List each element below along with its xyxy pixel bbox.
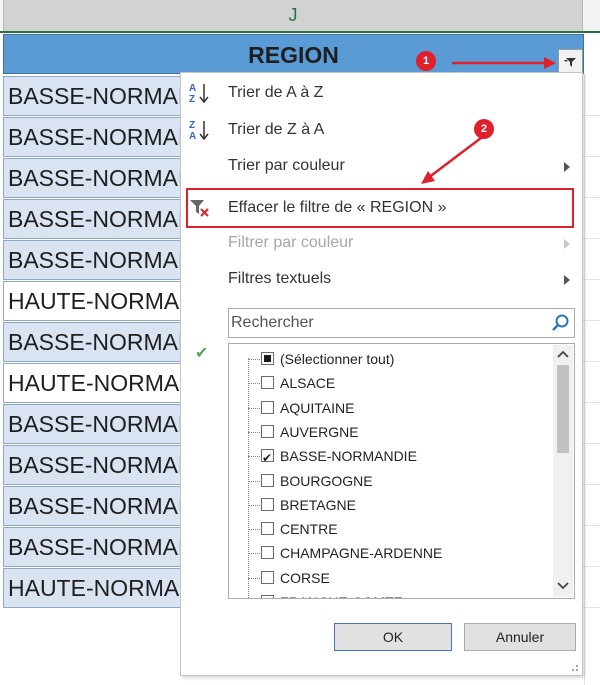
checkbox[interactable] [261, 595, 274, 598]
sort-za-label: Trier de Z à A [228, 121, 325, 138]
search-icon [552, 314, 569, 331]
tree-line [248, 529, 260, 531]
checkbox[interactable] [261, 570, 274, 584]
region-header-label: REGION [248, 42, 339, 68]
grid-line [584, 74, 585, 685]
region-cell[interactable]: HAUTE-NORMANDIE [3, 281, 181, 321]
resize-grip-icon[interactable] [569, 662, 579, 672]
checklist-item-label: AUVERGNE [280, 423, 359, 440]
region-cell[interactable]: BASSE-NORMANDIE [3, 76, 181, 116]
tree-line [248, 358, 249, 598]
region-cell[interactable]: BASSE-NORMANDIE [3, 117, 181, 157]
checkbox[interactable] [261, 546, 274, 560]
svg-text:Z: Z [189, 120, 195, 131]
search-input[interactable]: Rechercher [228, 308, 575, 338]
autofilter-menu: A Z Trier de A à Z Z A Trier de Z à A Tr… [180, 72, 583, 676]
checklist-item-label: ALSACE [280, 375, 336, 392]
region-cell[interactable]: BASSE-NORMANDIE [3, 486, 181, 526]
annotation-badge-1: 1 [416, 51, 436, 71]
checkbox[interactable] [261, 497, 274, 511]
region-cell[interactable]: HAUTE-NORMANDIE [3, 363, 181, 403]
filter-by-color-label: Filtrer par couleur [228, 234, 354, 251]
svg-text:Z: Z [189, 94, 195, 105]
checklist-item-label: CHAMPAGNE-ARDENNE [280, 545, 443, 562]
svg-text:A: A [189, 131, 196, 142]
checklist-item-label: AQUITAINE [280, 399, 355, 416]
sort-az-label: Trier de A à Z [228, 84, 324, 101]
cancel-button[interactable]: Annuler [464, 623, 576, 651]
scroll-down-icon[interactable] [557, 581, 569, 591]
value-checklist: (Sélectionner tout) ALSACE AQUITAINE AUVERG… [228, 343, 575, 599]
submenu-arrow-icon [564, 162, 570, 172]
checklist-item-label: CORSE [280, 569, 330, 586]
tree-line [248, 383, 260, 385]
text-filters-item[interactable]: Filtres textuels [181, 262, 582, 296]
text-filters-label: Filtres textuels [228, 270, 332, 287]
checklist-item-label: (Sélectionner tout) [280, 351, 395, 367]
checklist-item-label: BOURGOGNE [280, 472, 373, 489]
sort-za-icon: Z A [189, 120, 209, 142]
search-placeholder: Rechercher [231, 314, 314, 331]
sort-az-icon: A Z [189, 83, 209, 105]
filter-icon [564, 58, 576, 67]
clear-filter-label: Effacer le filtre de « REGION » [228, 199, 447, 216]
annotation-badge-2: 2 [474, 119, 494, 139]
filter-by-color-item: Filtrer par couleur [181, 226, 582, 260]
tree-line [248, 359, 260, 360]
column-header-bar: J [0, 0, 600, 33]
sort-az-item[interactable]: A Z Trier de A à Z [181, 76, 582, 110]
tree-line [248, 553, 260, 555]
submenu-arrow-icon [564, 239, 570, 249]
column-header-j[interactable]: J [3, 0, 583, 31]
sort-by-color-item[interactable]: Trier par couleur [181, 149, 582, 183]
region-cell[interactable]: BASSE-NORMANDIE [3, 158, 181, 198]
clear-filter-icon [190, 200, 209, 217]
region-cell[interactable]: HAUTE-NORMANDIE [3, 568, 181, 608]
region-cell[interactable]: BASSE-NORMANDIE [3, 404, 181, 444]
checklist-item-label: FRANCHE-COMTE [280, 590, 403, 598]
submenu-arrow-icon [564, 275, 570, 285]
tree-line [248, 456, 260, 458]
list-scrollbar[interactable] [553, 345, 573, 597]
checkmark-icon: ✔ [195, 345, 209, 362]
tree-line [248, 504, 260, 506]
region-cell[interactable]: BASSE-NORMANDIE [3, 199, 181, 239]
region-cell[interactable]: BASSE-NORMANDIE [3, 445, 181, 485]
checklist-item-label: BRETAGNE [280, 496, 356, 513]
ok-button[interactable]: OK [334, 623, 452, 651]
clear-filter-item[interactable]: Effacer le filtre de « REGION » [181, 191, 582, 225]
checkbox[interactable] [261, 424, 274, 438]
checklist-item-label: CENTRE [280, 521, 338, 538]
tree-line [248, 577, 260, 579]
checklist-item-label: BASSE-NORMANDIE [280, 448, 417, 465]
filter-dropdown-button[interactable] [558, 49, 583, 74]
checkbox[interactable] [261, 400, 274, 414]
sort-za-item[interactable]: Z A Trier de Z à A [181, 113, 582, 147]
region-cell[interactable]: BASSE-NORMANDIE [3, 527, 181, 567]
region-cell[interactable]: BASSE-NORMANDIE [3, 322, 181, 362]
region-header-cell[interactable]: REGION [3, 34, 584, 74]
tree-line [248, 431, 260, 433]
tree-line [248, 480, 260, 482]
checkbox[interactable] [261, 352, 274, 365]
checkbox[interactable] [261, 376, 274, 390]
tree-line [248, 407, 260, 409]
checkbox[interactable] [261, 522, 274, 536]
sort-by-color-label: Trier par couleur [228, 157, 345, 174]
region-cell[interactable]: BASSE-NORMANDIE [3, 240, 181, 280]
checkbox[interactable] [261, 473, 274, 487]
scroll-up-icon[interactable] [557, 349, 569, 359]
checkbox[interactable] [261, 446, 274, 470]
scrollbar-thumb[interactable] [557, 365, 569, 453]
svg-text:A: A [189, 83, 196, 94]
